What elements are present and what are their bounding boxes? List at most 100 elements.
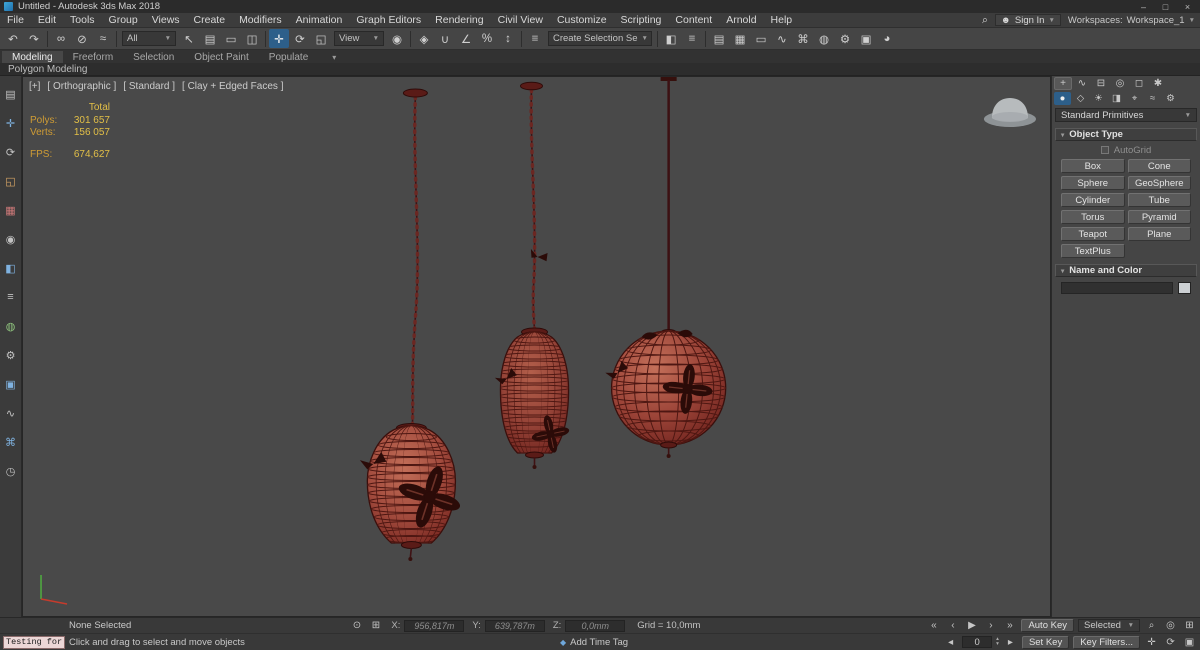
name-and-color-rollout[interactable]: ▾ Name and Color bbox=[1055, 264, 1197, 277]
select-and-rotate-button[interactable]: ⟳ bbox=[290, 29, 310, 48]
side-tool-10-icon[interactable]: ⚙ bbox=[3, 347, 19, 363]
tab-display[interactable]: ◻ bbox=[1130, 77, 1148, 90]
menu-modifiers[interactable]: Modifiers bbox=[232, 13, 289, 27]
menu-group[interactable]: Group bbox=[102, 13, 145, 27]
add-time-tag[interactable]: Add Time Tag bbox=[570, 637, 628, 648]
render-production-button[interactable]: ◕ bbox=[877, 29, 897, 48]
layer-explorer-button[interactable]: ▦ bbox=[730, 29, 750, 48]
tab-object-paint[interactable]: Object Paint bbox=[184, 51, 258, 63]
pyramid-button[interactable]: Pyramid bbox=[1127, 210, 1191, 224]
play-button[interactable]: ▶ bbox=[964, 619, 979, 632]
next-key-button[interactable]: ▸ bbox=[1003, 636, 1018, 649]
menu-graph-editors[interactable]: Graph Editors bbox=[349, 13, 428, 27]
viewport-shading-label[interactable]: [ Clay + Edged Faces ] bbox=[182, 81, 283, 92]
set-key-button[interactable]: Set Key bbox=[1021, 635, 1070, 649]
cylinder-button[interactable]: Cylinder bbox=[1061, 193, 1125, 207]
side-tool-5-icon[interactable]: ▦ bbox=[3, 202, 19, 218]
zoom-all-button[interactable]: ◎ bbox=[1163, 619, 1178, 632]
go-to-end-button[interactable]: » bbox=[1002, 619, 1017, 632]
side-tool-12-icon[interactable]: ∿ bbox=[3, 405, 19, 421]
menu-customize[interactable]: Customize bbox=[550, 13, 614, 27]
maxscript-mini-listener[interactable]: Testing for i bbox=[3, 635, 65, 649]
orbit-button[interactable]: ⟳ bbox=[1163, 636, 1178, 649]
pan-button[interactable]: ✛ bbox=[1144, 636, 1159, 649]
search-icon[interactable]: ⌕ bbox=[982, 14, 988, 27]
ribbon-minimize-icon[interactable]: ▾ bbox=[332, 51, 336, 63]
tab-utilities[interactable]: ✱ bbox=[1149, 77, 1167, 90]
lantern-left[interactable] bbox=[359, 88, 471, 561]
snaps-toggle-button[interactable]: ∪ bbox=[435, 29, 455, 48]
lantern-right[interactable] bbox=[604, 77, 727, 458]
x-coordinate-field[interactable]: 956,817m bbox=[404, 619, 465, 632]
plane-button[interactable]: Plane bbox=[1127, 227, 1191, 241]
menu-scripting[interactable]: Scripting bbox=[614, 13, 669, 27]
primitive-category-dropdown[interactable]: Standard Primitives ▼ bbox=[1055, 108, 1197, 122]
key-mode-dropdown[interactable]: Selected ▼ bbox=[1078, 619, 1140, 632]
spin-down-icon[interactable]: ▾ bbox=[996, 641, 999, 647]
cone-button[interactable]: Cone bbox=[1127, 159, 1191, 173]
bind-to-space-warp-button[interactable]: ≈ bbox=[93, 29, 113, 48]
unlink-selection-button[interactable]: ⊘ bbox=[72, 29, 92, 48]
named-selection-dropdown[interactable]: Create Selection Se ▼ bbox=[548, 31, 652, 46]
menu-edit[interactable]: Edit bbox=[31, 13, 63, 27]
lantern-middle[interactable] bbox=[494, 81, 574, 469]
menu-tools[interactable]: Tools bbox=[63, 13, 102, 27]
selection-filter-dropdown[interactable]: All ▼ bbox=[122, 31, 176, 46]
zoom-extents-button[interactable]: ⊞ bbox=[1182, 619, 1197, 632]
side-tool-3-icon[interactable]: ⟳ bbox=[3, 144, 19, 160]
previous-frame-button[interactable]: ‹ bbox=[945, 619, 960, 632]
menu-civil-view[interactable]: Civil View bbox=[491, 13, 550, 27]
select-object-button[interactable]: ↖ bbox=[179, 29, 199, 48]
side-tool-2-icon[interactable]: ✛ bbox=[3, 115, 19, 131]
menu-help[interactable]: Help bbox=[764, 13, 800, 27]
side-tool-4-icon[interactable]: ◱ bbox=[3, 173, 19, 189]
side-tool-7-icon[interactable]: ◧ bbox=[3, 260, 19, 276]
menu-arnold[interactable]: Arnold bbox=[719, 13, 763, 27]
reference-coordinate-dropdown[interactable]: View ▼ bbox=[334, 31, 384, 46]
category-lights[interactable]: ☀ bbox=[1090, 92, 1107, 105]
workspaces-dropdown[interactable]: Workspaces: Workspace_1 ▼ bbox=[1068, 15, 1195, 26]
tab-hierarchy[interactable]: ⊟ bbox=[1092, 77, 1110, 90]
teapot-button[interactable]: Teapot bbox=[1061, 227, 1125, 241]
tab-modify[interactable]: ∿ bbox=[1073, 77, 1091, 90]
sign-in-button[interactable]: ☻ Sign In ▼ bbox=[994, 14, 1061, 26]
minimize-button[interactable]: – bbox=[1135, 1, 1152, 13]
menu-content[interactable]: Content bbox=[668, 13, 719, 27]
angle-snap-button[interactable]: ∠ bbox=[456, 29, 476, 48]
maximize-button[interactable]: □ bbox=[1157, 1, 1174, 13]
tube-button[interactable]: Tube bbox=[1127, 193, 1191, 207]
side-tool-6-icon[interactable]: ◉ bbox=[3, 231, 19, 247]
menu-create[interactable]: Create bbox=[187, 13, 233, 27]
close-button[interactable]: × bbox=[1179, 1, 1196, 13]
menu-animation[interactable]: Animation bbox=[289, 13, 350, 27]
sphere-button[interactable]: Sphere bbox=[1061, 176, 1125, 190]
undo-button[interactable]: ↶ bbox=[3, 29, 23, 48]
schematic-view-button[interactable]: ⌘ bbox=[793, 29, 813, 48]
align-button[interactable]: ≡ bbox=[682, 29, 702, 48]
category-cameras[interactable]: ◨ bbox=[1108, 92, 1125, 105]
category-geometry[interactable]: ● bbox=[1054, 92, 1071, 105]
category-space-warps[interactable]: ≈ bbox=[1144, 92, 1161, 105]
viewport-menu-plus[interactable]: [+] bbox=[29, 81, 40, 92]
next-frame-button[interactable]: › bbox=[983, 619, 998, 632]
object-color-swatch[interactable] bbox=[1178, 282, 1191, 294]
side-tool-1-icon[interactable]: ▤ bbox=[3, 86, 19, 102]
textplus-button[interactable]: TextPlus bbox=[1061, 244, 1125, 258]
side-tool-11-icon[interactable]: ▣ bbox=[3, 376, 19, 392]
zoom-button[interactable]: ⌕ bbox=[1144, 619, 1159, 632]
select-and-scale-button[interactable]: ◱ bbox=[311, 29, 331, 48]
frame-spinner[interactable]: ▴ ▾ bbox=[996, 636, 999, 647]
object-name-field[interactable] bbox=[1061, 282, 1173, 294]
auto-key-button[interactable]: Auto Key bbox=[1021, 619, 1074, 632]
side-tool-9-icon[interactable]: ◍ bbox=[3, 318, 19, 334]
category-systems[interactable]: ⚙ bbox=[1162, 92, 1179, 105]
tab-populate[interactable]: Populate bbox=[259, 51, 318, 63]
mirror-button[interactable]: ◧ bbox=[661, 29, 681, 48]
menu-rendering[interactable]: Rendering bbox=[428, 13, 490, 27]
previous-key-button[interactable]: ◂ bbox=[943, 636, 958, 649]
tab-motion[interactable]: ◎ bbox=[1111, 77, 1129, 90]
rendered-frame-window-button[interactable]: ▣ bbox=[856, 29, 876, 48]
viewcube[interactable] bbox=[983, 98, 1036, 127]
menu-file[interactable]: File bbox=[0, 13, 31, 27]
object-type-rollout[interactable]: ▾ Object Type bbox=[1055, 128, 1197, 141]
